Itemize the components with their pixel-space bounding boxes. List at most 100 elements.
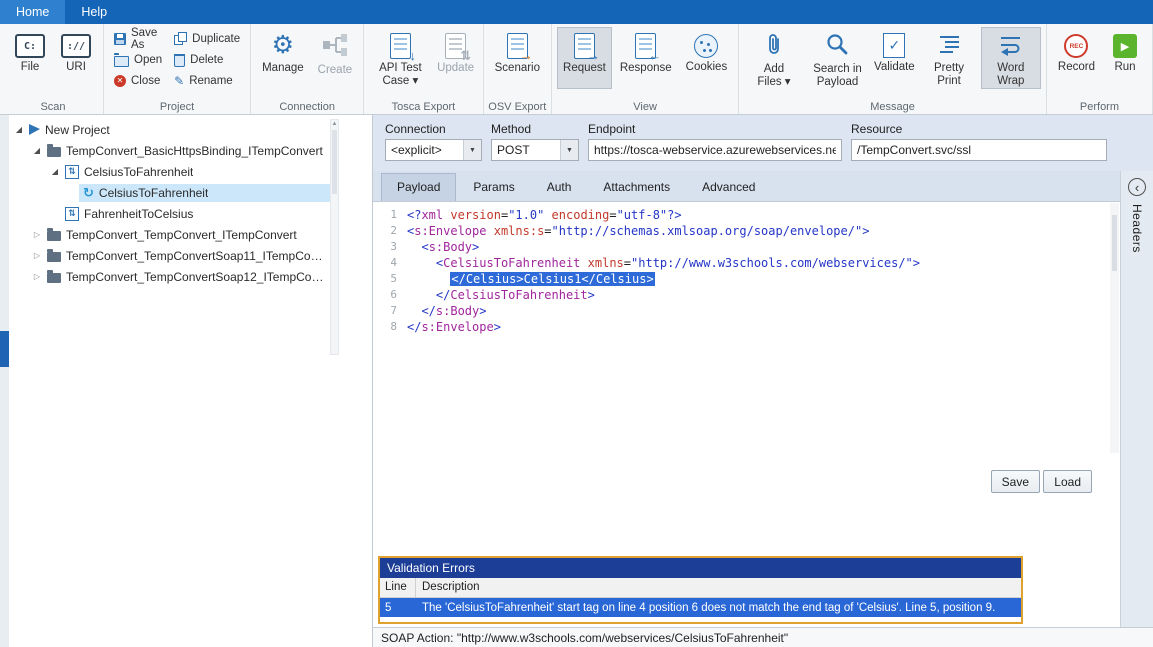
- uri-button[interactable]: :// URI: [54, 27, 98, 89]
- word-wrap-button[interactable]: Word Wrap: [981, 27, 1041, 89]
- resource-input[interactable]: [851, 139, 1107, 161]
- expander-icon[interactable]: [49, 167, 61, 176]
- ribbon-group-scan: C: File :// URI Scan: [3, 24, 104, 114]
- request-button[interactable]: Request: [557, 27, 612, 89]
- delete-trash-icon: [174, 54, 185, 67]
- tree-scroll-thumb[interactable]: [332, 130, 337, 194]
- chevron-down-icon[interactable]: [463, 140, 481, 160]
- scenario-button[interactable]: Scenario: [489, 27, 546, 89]
- tab-attachments[interactable]: Attachments: [588, 174, 685, 201]
- tree-item-new-project[interactable]: New Project: [9, 119, 372, 140]
- editor-scroll-thumb[interactable]: [1112, 215, 1117, 271]
- save-as-button[interactable]: Save As: [109, 29, 167, 48]
- file-button[interactable]: C: File: [8, 27, 52, 89]
- response-icon: [635, 33, 656, 59]
- chevron-down-icon[interactable]: [560, 140, 578, 160]
- search-in-payload-label: Search in Payload: [812, 63, 864, 89]
- response-button[interactable]: Response: [614, 27, 678, 89]
- folder-icon: [47, 252, 61, 262]
- scroll-up-arrow-icon[interactable]: ▲: [331, 120, 338, 128]
- error-description: The 'CelsiusToFahrenheit' start tag on l…: [416, 602, 1021, 614]
- tab-headers[interactable]: Headers: [1130, 204, 1144, 253]
- rename-button[interactable]: Rename: [169, 71, 245, 90]
- tree-item-tempconvert-tempconvert[interactable]: TempConvert_TempConvert_ITempConvert: [9, 224, 372, 245]
- close-button[interactable]: Close: [109, 71, 167, 90]
- pretty-print-button[interactable]: Pretty Print: [919, 27, 978, 89]
- validation-errors-panel: Validation Errors Line Description 5 The…: [378, 556, 1023, 624]
- expander-icon[interactable]: [31, 230, 43, 239]
- load-button[interactable]: Load: [1043, 470, 1092, 493]
- tree-item-fahrenheittocelsius[interactable]: FahrenheitToCelsius: [9, 203, 372, 224]
- line-number: 3: [373, 239, 407, 255]
- ribbon-group-label-osv-export: OSV Export: [484, 101, 551, 113]
- code-line[interactable]: 4 <CelsiusToFahrenheit xmlns="http://www…: [373, 255, 1120, 271]
- ribbon-group-label-connection: Connection: [251, 101, 363, 113]
- save-button[interactable]: Save: [991, 470, 1040, 493]
- validate-button[interactable]: Validate: [871, 27, 917, 89]
- tree-item-celsiustofahrenheit[interactable]: CelsiusToFahrenheit: [9, 182, 372, 203]
- close-icon: [114, 75, 126, 87]
- tree-item-tempconvert-basichttpsbinding[interactable]: TempConvert_BasicHttpsBinding_ITempConve…: [9, 140, 372, 161]
- run-button[interactable]: Run: [1103, 27, 1147, 89]
- tab-advanced[interactable]: Advanced: [687, 174, 770, 201]
- duplicate-button[interactable]: Duplicate: [169, 29, 245, 48]
- api-test-case-button[interactable]: API Test Case ▾: [369, 27, 431, 89]
- uri-button-label: URI: [66, 61, 86, 74]
- expander-icon[interactable]: [31, 146, 43, 155]
- add-files-button[interactable]: Add Files ▾: [744, 27, 803, 89]
- resource-label: Resource: [851, 122, 1107, 136]
- left-dock-scroll-thumb[interactable]: [0, 331, 9, 367]
- ribbon-group-osv-export: Scenario OSV Export: [484, 24, 552, 114]
- code-line[interactable]: 8</s:Envelope>: [373, 319, 1120, 335]
- tree-item-tempconvert-soap12[interactable]: TempConvert_TempConvertSoap12_ITempConve…: [9, 266, 372, 287]
- ribbon-group-message: Add Files ▾ Search in Payload Validate: [739, 24, 1047, 114]
- record-button[interactable]: REC Record: [1052, 27, 1101, 89]
- cookies-button[interactable]: Cookies: [680, 27, 734, 89]
- code-line[interactable]: 5 </Celsius>Celsius1</Celsius>: [373, 271, 1120, 287]
- validation-error-row[interactable]: 5 The 'CelsiusToFahrenheit' start tag on…: [380, 598, 1021, 617]
- code-line[interactable]: 7 </s:Body>: [373, 303, 1120, 319]
- tab-home[interactable]: Home: [0, 0, 65, 24]
- create-button[interactable]: Create: [312, 27, 359, 89]
- duplicate-label: Duplicate: [192, 33, 240, 45]
- code-text: </Celsius>Celsius1</Celsius>: [407, 271, 655, 287]
- expander-icon[interactable]: [31, 251, 43, 260]
- tab-payload[interactable]: Payload: [381, 173, 456, 201]
- payload-editor[interactable]: 1<?xml version="1.0" encoding="utf-8"?>2…: [373, 201, 1120, 627]
- code-line[interactable]: 6 </CelsiusToFahrenheit>: [373, 287, 1120, 303]
- scenario-icon: [507, 33, 528, 59]
- expander-icon[interactable]: [31, 272, 43, 281]
- tree-item-celsiustofahrenheit-folder[interactable]: CelsiusToFahrenheit: [9, 161, 372, 182]
- cookies-icon: [694, 34, 718, 58]
- search-in-payload-button[interactable]: Search in Payload: [806, 27, 870, 89]
- tree-scrollbar[interactable]: ▲: [330, 119, 339, 355]
- code-line[interactable]: 1<?xml version="1.0" encoding="utf-8"?>: [373, 207, 1120, 223]
- tab-help[interactable]: Help: [65, 0, 123, 24]
- code-text: <CelsiusToFahrenheit xmlns="http://www.w…: [407, 255, 920, 271]
- pretty-print-label: Pretty Print: [925, 62, 972, 88]
- tree-item-tempconvert-soap11[interactable]: TempConvert_TempConvertSoap11_ITempConve…: [9, 245, 372, 266]
- update-button[interactable]: Update: [434, 27, 478, 89]
- expander-icon[interactable]: [13, 125, 25, 134]
- refresh-arrows-icon: [83, 186, 94, 199]
- open-button[interactable]: Open: [109, 50, 167, 69]
- endpoint-input[interactable]: [588, 139, 842, 161]
- column-header-line[interactable]: Line: [380, 578, 416, 597]
- column-header-description[interactable]: Description: [416, 578, 480, 597]
- code-line[interactable]: 3 <s:Body>: [373, 239, 1120, 255]
- endpoint-label: Endpoint: [588, 122, 842, 136]
- word-wrap-icon: [998, 32, 1023, 59]
- tab-auth[interactable]: Auth: [532, 174, 587, 201]
- method-select[interactable]: POST: [491, 139, 579, 161]
- run-play-icon: [1113, 34, 1137, 58]
- create-label: Create: [318, 64, 353, 77]
- delete-button[interactable]: Delete: [169, 50, 245, 69]
- tab-params[interactable]: Params: [458, 174, 529, 201]
- api-test-case-icon: [390, 33, 411, 59]
- collapse-panel-button[interactable]: ‹: [1128, 178, 1146, 196]
- manage-button[interactable]: Manage: [256, 27, 310, 89]
- code-text: <?xml version="1.0" encoding="utf-8"?>: [407, 207, 682, 223]
- connection-select[interactable]: <explicit>: [385, 139, 482, 161]
- editor-scrollbar[interactable]: [1110, 203, 1119, 453]
- code-line[interactable]: 2<s:Envelope xmlns:s="http://schemas.xml…: [373, 223, 1120, 239]
